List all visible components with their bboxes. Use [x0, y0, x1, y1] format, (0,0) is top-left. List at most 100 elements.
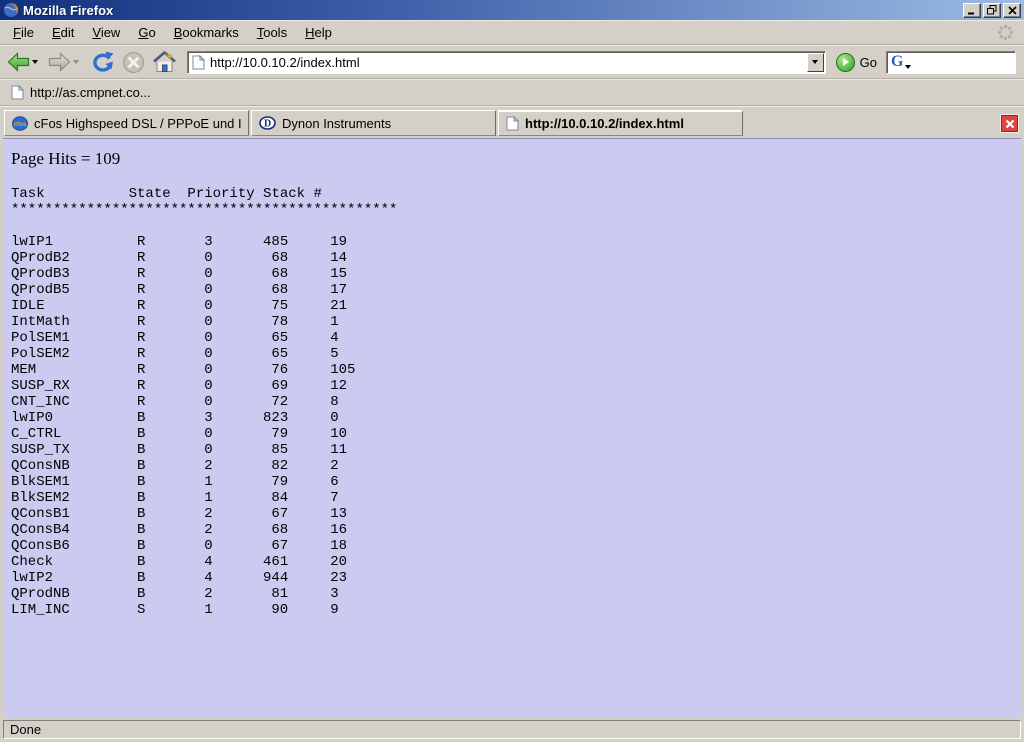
back-dropdown-icon[interactable] — [32, 60, 38, 64]
search-input[interactable] — [911, 55, 1024, 70]
menu-item-bookmarks[interactable]: Bookmarks — [165, 22, 248, 43]
tab-1[interactable]: cfoscFos Highspeed DSL / PPPoE und ISDN … — [4, 110, 249, 136]
table-row: lwIP2B494423 — [11, 570, 1021, 586]
url-dropdown-button[interactable] — [807, 53, 824, 72]
cell-state: B — [137, 522, 204, 538]
cell-state: B — [137, 554, 204, 570]
cell-state: B — [137, 410, 204, 426]
cell-num: 19 — [330, 234, 347, 250]
firefox-window: Mozilla Firefox FileEditViewGoBookmarksT… — [0, 0, 1024, 742]
table-row: IDLER07521 — [11, 298, 1021, 314]
cell-gap — [288, 394, 330, 410]
table-row: C_CTRLB07910 — [11, 426, 1021, 442]
reload-button[interactable] — [86, 48, 118, 77]
go-button[interactable]: Go — [836, 53, 877, 72]
cell-stack: 944 — [263, 570, 288, 586]
cell-priority: 0 — [204, 298, 263, 314]
titlebar[interactable]: Mozilla Firefox — [0, 0, 1024, 20]
stop-button[interactable] — [119, 48, 148, 77]
cell-priority: 0 — [204, 330, 263, 346]
tab-3[interactable]: http://10.0.10.2/index.html — [498, 110, 743, 136]
cell-task: QProdNB — [11, 586, 137, 602]
back-arrow-icon — [7, 52, 30, 72]
chevron-down-icon — [812, 60, 818, 64]
cell-state: B — [137, 490, 204, 506]
status-bar: Done — [0, 717, 1024, 742]
menu-item-tools[interactable]: Tools — [248, 22, 296, 43]
status-text: Done — [3, 720, 1021, 739]
cell-num: 12 — [330, 378, 347, 394]
cell-priority: 0 — [204, 346, 263, 362]
table-row: BlkSEM2B1847 — [11, 490, 1021, 506]
cell-state: B — [137, 458, 204, 474]
cell-stack: 79 — [263, 426, 288, 442]
menu-item-help[interactable]: Help — [296, 22, 341, 43]
cell-task: LIM_INC — [11, 602, 137, 618]
cell-state: R — [137, 378, 204, 394]
cell-gap — [288, 490, 330, 506]
google-icon: G — [891, 54, 903, 70]
minimize-button[interactable] — [963, 3, 981, 18]
cell-stack: 81 — [263, 586, 288, 602]
cell-task: IDLE — [11, 298, 137, 314]
restore-button[interactable] — [983, 3, 1001, 18]
table-row: QProdNBB2813 — [11, 586, 1021, 602]
cell-state: R — [137, 282, 204, 298]
cell-task: PolSEM1 — [11, 330, 137, 346]
cell-task: CNT_INC — [11, 394, 137, 410]
tab-close-button[interactable] — [1001, 115, 1018, 132]
cell-num: 18 — [330, 538, 347, 554]
cell-gap — [288, 538, 330, 554]
cell-gap — [288, 346, 330, 362]
menu-item-view[interactable]: View — [83, 22, 129, 43]
cell-state: R — [137, 362, 204, 378]
tab-label: Dynon Instruments — [282, 116, 391, 131]
home-button[interactable] — [149, 48, 180, 76]
svg-text:cfos: cfos — [14, 122, 27, 128]
menu-item-go[interactable]: Go — [129, 22, 164, 43]
cell-gap — [288, 522, 330, 538]
cell-stack: 68 — [263, 250, 288, 266]
window-title: Mozilla Firefox — [23, 3, 961, 18]
back-button[interactable] — [4, 49, 44, 75]
forward-dropdown-icon[interactable] — [73, 60, 79, 64]
table-row: MEMR076105 — [11, 362, 1021, 378]
cell-state: R — [137, 250, 204, 266]
menu-item-edit[interactable]: Edit — [43, 22, 83, 43]
menu-item-file[interactable]: File — [4, 22, 43, 43]
cell-priority: 0 — [204, 442, 263, 458]
cell-stack: 461 — [263, 554, 288, 570]
page-icon — [192, 55, 205, 70]
bookmark-item[interactable]: http://as.cmpnet.co... — [7, 83, 155, 102]
table-row: QProdB5R06817 — [11, 282, 1021, 298]
cell-state: R — [137, 266, 204, 282]
firefox-icon — [3, 2, 19, 18]
table-spacer — [11, 218, 1021, 234]
close-button[interactable] — [1003, 3, 1021, 18]
cell-priority: 2 — [204, 522, 263, 538]
cell-task: QConsB1 — [11, 506, 137, 522]
url-input[interactable] — [205, 55, 807, 70]
go-icon — [836, 53, 855, 72]
tab-2[interactable]: DDynon Instruments — [251, 110, 496, 136]
cell-state: B — [137, 586, 204, 602]
cell-task: BlkSEM2 — [11, 490, 137, 506]
cell-priority: 3 — [204, 410, 263, 426]
cell-priority: 3 — [204, 234, 263, 250]
forward-button[interactable] — [45, 49, 85, 75]
task-table: Task State Priority Stack # ************… — [11, 186, 1021, 618]
cell-task: SUSP_TX — [11, 442, 137, 458]
url-bar[interactable] — [187, 51, 826, 74]
cell-num: 7 — [330, 490, 338, 506]
cell-gap — [288, 442, 330, 458]
search-box[interactable]: G — [886, 51, 1016, 74]
cell-stack: 68 — [263, 282, 288, 298]
cell-stack: 485 — [263, 234, 288, 250]
cell-stack: 68 — [263, 266, 288, 282]
cell-stack: 76 — [263, 362, 288, 378]
cell-stack: 65 — [263, 330, 288, 346]
close-icon — [1008, 6, 1017, 15]
cell-task: Check — [11, 554, 137, 570]
cell-gap — [288, 410, 330, 426]
cell-task: IntMath — [11, 314, 137, 330]
